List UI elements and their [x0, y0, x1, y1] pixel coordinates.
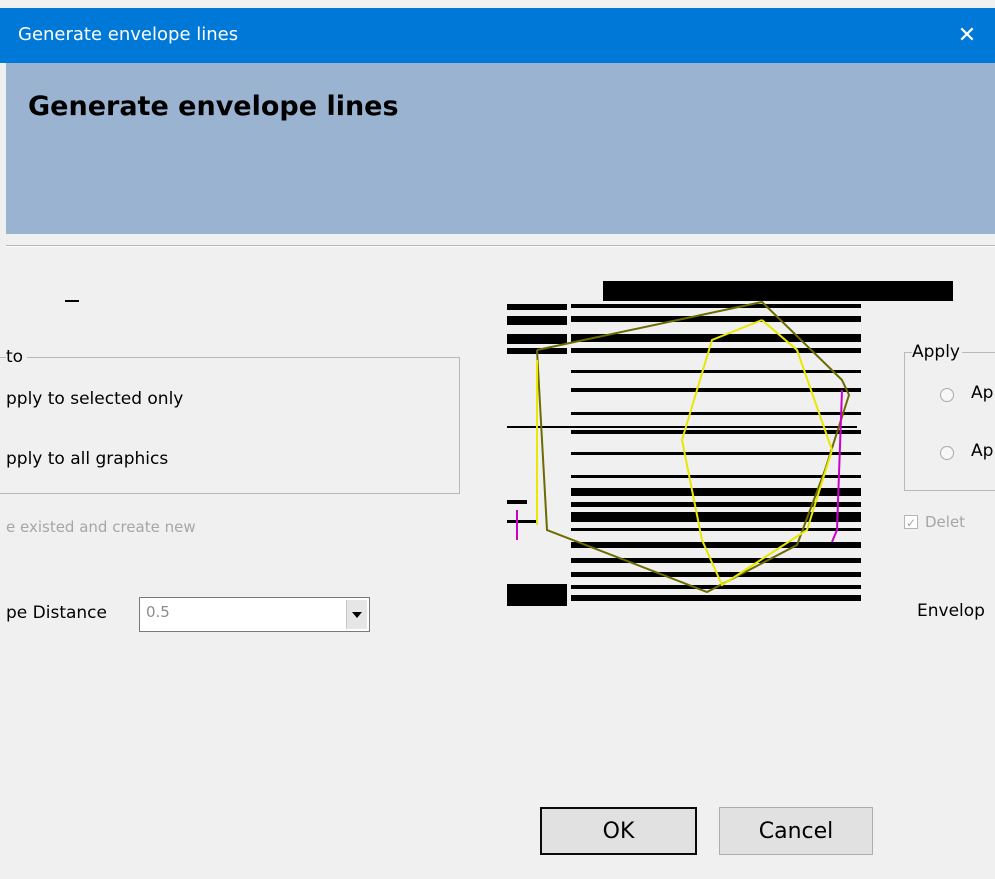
radio-apply-selected-left[interactable]: pply to selected only: [6, 389, 183, 409]
divider: [6, 245, 995, 247]
envelope-distance-label-right: Envelop: [917, 601, 985, 621]
radio-right-1-label[interactable]: Ap: [971, 383, 993, 403]
chevron-down-icon[interactable]: [346, 600, 367, 629]
window-title: Generate envelope lines: [18, 24, 239, 45]
envelope-preview-graphic: [507, 281, 953, 606]
delete-existed-checkbox-label-right[interactable]: Delet: [925, 513, 965, 531]
radio-right-1[interactable]: [940, 388, 954, 402]
delete-existed-checkbox[interactable]: ✓: [904, 515, 918, 530]
page-title: Generate envelope lines: [28, 91, 399, 122]
header-banner: Generate envelope lines: [6, 63, 995, 234]
apply-to-group-right: [904, 352, 995, 491]
apply-to-group-left-title: to: [6, 347, 28, 367]
cancel-button[interactable]: Cancel: [719, 807, 873, 855]
radio-right-2-label[interactable]: Ap: [971, 441, 993, 461]
title-bar: Generate envelope lines ✕: [0, 8, 995, 63]
close-icon[interactable]: ✕: [939, 8, 995, 63]
radio-right-2[interactable]: [940, 446, 954, 460]
envelope-distance-value: 0.5: [146, 603, 170, 621]
apply-to-group-left: [0, 357, 460, 494]
dash-glyph: [65, 300, 79, 302]
apply-to-group-right-title: Apply: [912, 342, 962, 362]
envelope-distance-select[interactable]: 0.5: [139, 597, 370, 632]
radio-apply-all-left[interactable]: pply to all graphics: [6, 449, 168, 469]
delete-existed-checkbox-label-left[interactable]: e existed and create new: [6, 518, 196, 536]
ok-button[interactable]: OK: [540, 807, 697, 855]
envelope-distance-label-left: pe Distance: [6, 603, 107, 623]
